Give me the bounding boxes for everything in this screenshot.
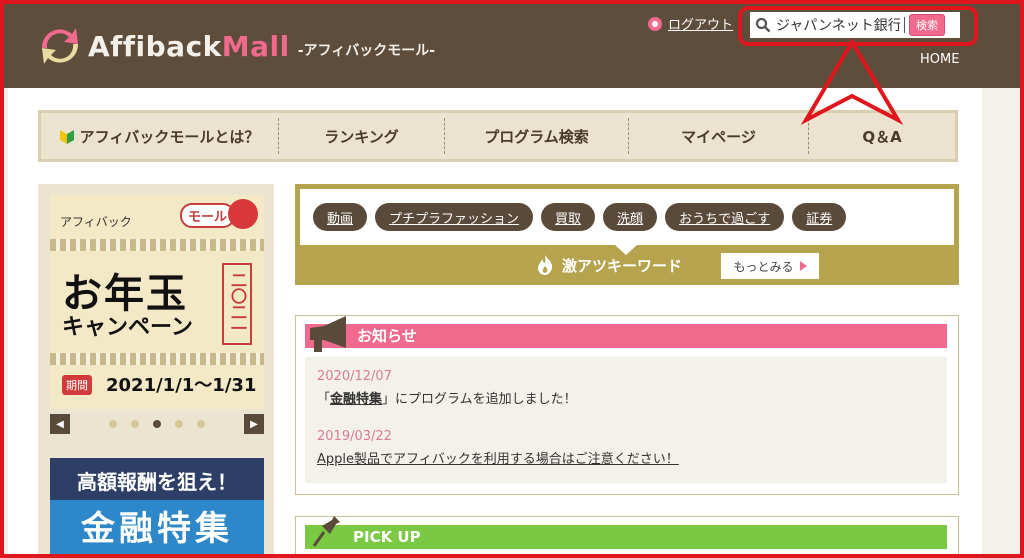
keyword-tag[interactable]: プチプラファッション	[375, 203, 534, 231]
nav-item-program-search[interactable]: プログラム検索	[445, 118, 629, 154]
home-link[interactable]: HOME	[920, 52, 959, 67]
play-triangle-icon	[799, 261, 807, 271]
rope-decoration	[50, 239, 264, 251]
logout-label: ログアウト	[668, 18, 734, 33]
nav-label: マイページ	[681, 127, 756, 146]
megaphone-icon	[310, 316, 346, 352]
slider-prev-button[interactable]: ◀	[50, 414, 70, 434]
period-badge: 期間	[62, 375, 92, 395]
banner-slider-controls: ◀ ▶	[50, 413, 264, 435]
banner-small-text: アフィバック	[60, 215, 132, 229]
nav-item-about[interactable]: アフィバックモールとは？	[41, 118, 279, 154]
slider-dots	[109, 420, 205, 428]
keyword-tag[interactable]: 買取	[541, 203, 596, 231]
hot-keyword-label: 激アツキーワード	[534, 254, 682, 276]
logo-arrows-icon	[41, 28, 79, 64]
keyword-tag[interactable]: 証券	[792, 203, 847, 231]
keyword-tag[interactable]: 洗顔	[603, 203, 658, 231]
nav-item-mypage[interactable]: マイページ	[629, 118, 809, 154]
newyear-campaign-banner[interactable]: アフィバック モール お年玉 キャンペーン 二〇二一 期間 2021/1/1〜1…	[50, 195, 264, 409]
period-date: 2021/1/1〜1/31	[106, 375, 257, 396]
slider-next-button[interactable]: ▶	[244, 414, 264, 434]
banner-bubble: モール	[180, 203, 236, 228]
beginner-mark-icon	[59, 130, 74, 144]
hot-keyword-text: 激アツキーワード	[562, 256, 683, 275]
banner2-line2: 金融特集	[50, 500, 264, 558]
site-logo[interactable]: AffibackMall -アフィバックモール-	[36, 22, 435, 70]
logout-link[interactable]: ログアウト	[648, 14, 733, 33]
logo-wordmark: AffibackMall	[88, 29, 290, 63]
banner-year-stamp: 二〇二一	[222, 263, 252, 345]
news-date: 2020/12/07	[317, 369, 392, 384]
flame-icon	[538, 255, 553, 275]
pushpin-icon	[312, 508, 340, 547]
slider-dot[interactable]	[109, 420, 117, 428]
news-item: 「金融特集」にプログラムを追加しました！	[317, 392, 577, 407]
nav-item-ranking[interactable]: ランキング	[279, 118, 445, 154]
banner-title-line2: キャンペーン	[62, 315, 193, 340]
keyword-tag[interactable]: 動画	[313, 203, 368, 231]
keyword-tag[interactable]: おうちで過ごす	[665, 203, 785, 231]
more-keywords-button[interactable]: もっとみる	[721, 253, 819, 279]
slider-dot[interactable]	[197, 420, 205, 428]
nav-label: Q＆A	[862, 127, 902, 146]
callout-arrow-icon	[800, 38, 904, 126]
plum-flower-icon	[228, 199, 258, 229]
slider-dot[interactable]	[175, 420, 183, 428]
logo-subtitle: -アフィバックモール-	[297, 43, 436, 59]
more-label: もっとみる	[733, 259, 794, 274]
nav-label: アフィバックモールとは？	[79, 127, 260, 146]
slider-dot-active[interactable]	[153, 420, 161, 428]
finance-feature-banner[interactable]: 高額報酬を狙え！ 金融特集	[50, 458, 264, 558]
news-heading: お知らせ	[305, 324, 947, 348]
news-date: 2019/03/22	[317, 429, 392, 444]
slider-dot[interactable]	[131, 420, 139, 428]
pickup-heading: PICK UP	[305, 525, 947, 549]
banner2-line1: 高額報酬を狙え！	[77, 470, 237, 494]
rope-decoration	[50, 353, 264, 365]
right-margin	[982, 88, 1020, 558]
keyword-tags: 動画 プチプラファッション 買取 洗顔 おうちで過ごす 証券	[300, 189, 954, 245]
nav-label: プログラム検索	[484, 127, 589, 146]
news-link[interactable]: 金融特集	[330, 392, 382, 407]
news-link[interactable]: Apple製品でアフィバックを利用する場合はご注意ください！	[317, 448, 935, 467]
nav-label: ランキング	[324, 127, 399, 146]
bullet-icon	[648, 16, 662, 31]
news-list: 2020/12/07 「金融特集」にプログラムを追加しました！ 2019/03/…	[305, 357, 947, 483]
